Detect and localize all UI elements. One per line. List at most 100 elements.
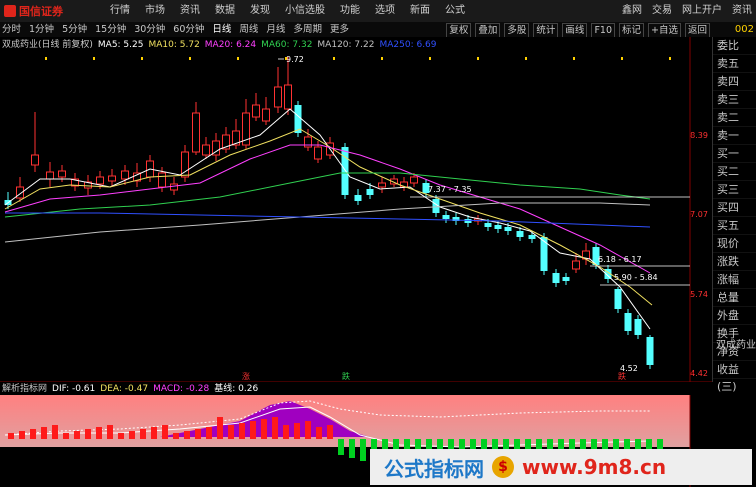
tool-button[interactable]: +自选 <box>648 23 681 38</box>
menu-item[interactable]: 选项 <box>375 4 395 18</box>
signal-dot <box>45 57 47 60</box>
tool-button[interactable]: 多股 <box>504 23 530 38</box>
side-panel-row[interactable]: 卖五 <box>713 55 756 73</box>
macd-bar <box>74 431 80 439</box>
side-panel-row[interactable]: 外盘 <box>713 307 756 325</box>
side-panel-row[interactable]: 买五 <box>713 217 756 235</box>
macd-bar <box>118 433 124 439</box>
period-tab[interactable]: 月线 <box>266 23 285 36</box>
candle-body <box>464 219 472 223</box>
tool-button[interactable]: 返回 <box>684 23 710 38</box>
period-tab[interactable]: 5分钟 <box>62 23 87 36</box>
macd-bar <box>19 431 25 439</box>
brand-logo-icon <box>4 5 16 17</box>
tool-button[interactable]: 复权 <box>446 23 472 38</box>
candle-body <box>552 273 560 283</box>
menu-item[interactable]: 行情 <box>110 4 130 18</box>
macd-bar <box>470 439 476 449</box>
ma-value: MA20: 6.24 <box>204 40 257 50</box>
high-price-label: 9.72 <box>286 55 304 64</box>
indicator-name[interactable]: 解析指标网 <box>2 383 47 395</box>
indicator-value: DIF: -0.61 <box>52 384 96 394</box>
signal-dot <box>525 57 527 60</box>
side-panel-row[interactable]: 卖四 <box>713 73 756 91</box>
side-panel-row[interactable]: 总量 <box>713 289 756 307</box>
side-stock-name: 双成药业 <box>716 340 756 351</box>
period-toolbar: 分时 1分钟 5分钟 15分钟 30分钟 60分钟 日线 周线 月线 多周期 更多 复权 叠加 多股 统计… <box>0 22 712 38</box>
macd-bar <box>217 417 223 439</box>
menu-item[interactable]: 数据 <box>215 4 235 18</box>
signal-marker: 跌 <box>618 371 626 381</box>
chart-background <box>0 37 712 382</box>
period-tab[interactable]: 多周期 <box>293 23 322 36</box>
gap-price-label: 7.37 - 7.35 <box>428 185 472 194</box>
chart-title: 双成药业(日线 前复权) <box>2 40 93 50</box>
macd-bar <box>41 427 47 439</box>
signal-dot <box>285 57 287 60</box>
menu-item[interactable]: 公式 <box>445 4 465 18</box>
candle-body <box>202 144 210 156</box>
side-panel-row[interactable]: 买一 <box>713 145 756 163</box>
menu-item[interactable]: 资讯 <box>180 4 200 18</box>
macd-bar <box>52 425 58 439</box>
side-panel-row[interactable]: 涨跌 <box>713 253 756 271</box>
top-link[interactable]: 网上开户 <box>682 4 722 18</box>
candle-body <box>252 104 260 118</box>
signal-dot <box>669 57 671 60</box>
macd-bar <box>283 425 289 439</box>
tool-button[interactable]: 画线 <box>562 23 588 38</box>
side-panel-row[interactable]: 委比 <box>713 37 756 55</box>
side-panel-row[interactable]: 买三 <box>713 181 756 199</box>
signal-dot <box>621 57 623 60</box>
period-tab[interactable]: 分时 <box>2 23 21 36</box>
top-link[interactable]: 资讯 <box>732 4 752 18</box>
top-menu-bar: 国信证券 行情 市场 资讯 数据 发现 小信选股 功能 选项 新面 公式 鑫网 交易 网上开户 资讯 <box>0 0 756 23</box>
side-panel-row[interactable]: 现价 <box>713 235 756 253</box>
macd-bar <box>96 427 102 439</box>
period-tab[interactable]: 日线 <box>212 23 231 36</box>
stock-code-box[interactable]: 002 <box>712 22 756 37</box>
period-tab[interactable]: 周线 <box>239 23 258 36</box>
signal-dot <box>381 57 383 60</box>
signal-marker: 跌 <box>342 371 350 381</box>
side-panel-row[interactable]: 收益(三) <box>713 361 756 393</box>
period-tab[interactable]: 60分钟 <box>173 23 204 36</box>
period-tab[interactable]: 15分钟 <box>95 23 126 36</box>
menu-item[interactable]: 功能 <box>340 4 360 18</box>
candle-body <box>442 215 450 219</box>
menu-item[interactable]: 新面 <box>410 4 430 18</box>
menu-item[interactable]: 市场 <box>145 4 165 18</box>
watermark-left-text: 公式指标网 <box>384 456 484 481</box>
top-link[interactable]: 鑫网 <box>622 4 642 18</box>
tool-button[interactable]: 统计 <box>533 23 559 38</box>
period-tab[interactable]: 1分钟 <box>29 23 54 36</box>
candle-body <box>516 231 524 237</box>
side-panel-row[interactable]: 涨幅 <box>713 271 756 289</box>
side-panel-row[interactable]: 卖一 <box>713 127 756 145</box>
period-tab[interactable]: 更多 <box>330 23 349 36</box>
indicator-info-line: 解析指标网 DIF: -0.61 DEA: -0.47 MACD: -0.28 基线:… <box>2 383 263 395</box>
candle-body <box>108 175 116 182</box>
candle-body <box>341 147 349 195</box>
tool-button[interactable]: 叠加 <box>475 23 501 38</box>
top-link[interactable]: 交易 <box>652 4 672 18</box>
candle-body <box>378 182 386 188</box>
macd-bar <box>547 439 553 449</box>
period-tab[interactable]: 30分钟 <box>134 23 165 36</box>
candlestick-chart[interactable]: 8.397.075.744.429.724.527.37 - 7.356.18 … <box>0 37 712 382</box>
indicator-value: 基线: 0.26 <box>214 384 259 394</box>
side-panel-row[interactable]: 卖三 <box>713 91 756 109</box>
menu-item[interactable]: 发现 <box>250 4 270 18</box>
coin-icon: $ <box>492 456 514 478</box>
side-panel-row[interactable]: 卖二 <box>713 109 756 127</box>
side-panel-row[interactable]: 买四 <box>713 199 756 217</box>
macd-bar <box>85 429 91 439</box>
candle-body <box>274 86 282 108</box>
tool-button[interactable]: F10 <box>591 23 615 38</box>
candle-body <box>484 223 492 227</box>
menu-item[interactable]: 小信选股 <box>285 4 325 18</box>
side-panel-row[interactable]: 买二 <box>713 163 756 181</box>
macd-bar <box>140 429 146 439</box>
signal-dot <box>189 57 191 60</box>
tool-button[interactable]: 标记 <box>619 23 645 38</box>
